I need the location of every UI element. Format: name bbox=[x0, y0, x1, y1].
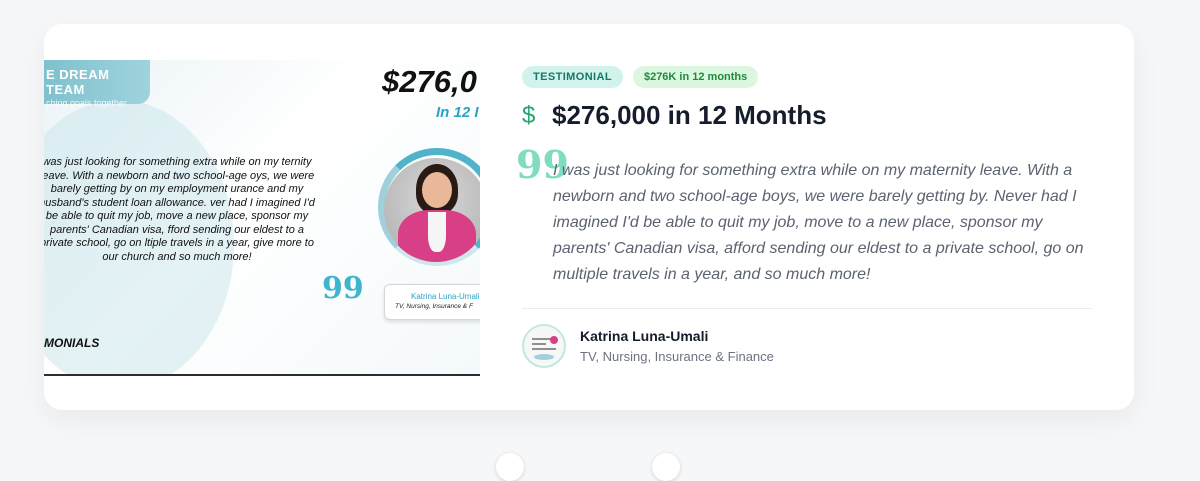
testimonial-badge: TESTIMONIAL bbox=[522, 66, 623, 88]
author-avatar bbox=[522, 324, 566, 368]
promo-name-card-name: Katrina Luna-Umali bbox=[411, 292, 480, 301]
avatar-detail bbox=[534, 354, 554, 360]
photo-face bbox=[422, 172, 452, 208]
promo-footer-label: MONIALS bbox=[44, 336, 100, 350]
promo-name-card-role: TV, Nursing, Insurance & F bbox=[395, 303, 473, 310]
promo-quote-mark-icon: 99 bbox=[322, 271, 364, 306]
avatar-detail bbox=[532, 348, 556, 350]
divider bbox=[522, 308, 1092, 309]
result-badge: $276K in 12 months bbox=[632, 66, 759, 88]
badge-row: TESTIMONIAL $276K in 12 months bbox=[522, 66, 759, 88]
testimonial-content: TESTIMONIAL $276K in 12 months $ $276,00… bbox=[516, 24, 1092, 410]
dollar-icon: $ bbox=[522, 101, 536, 129]
avatar-detail bbox=[532, 338, 552, 340]
avatar-detail bbox=[550, 336, 558, 344]
team-tag: E DREAM TEAM ching goals together bbox=[44, 60, 150, 108]
testimonial-quote: I was just looking for something extra w… bbox=[553, 162, 1084, 283]
promo-amount: $276,0 bbox=[382, 64, 477, 99]
headline: $ $276,000 in 12 Months bbox=[522, 100, 827, 131]
promo-period: In 12 I bbox=[436, 104, 479, 121]
testimonial-promo-image: E DREAM TEAM ching goals together $276,0… bbox=[44, 60, 480, 376]
testimonial-card: E DREAM TEAM ching goals together $276,0… bbox=[44, 24, 1134, 410]
team-tagline: ching goals together bbox=[46, 98, 128, 108]
carousel-prev-button[interactable] bbox=[496, 453, 524, 481]
author-role: TV, Nursing, Insurance & Finance bbox=[580, 349, 774, 364]
carousel-next-button[interactable] bbox=[652, 453, 680, 481]
photo-shirt bbox=[428, 212, 446, 252]
promo-quote: was just looking for something extra whi… bbox=[44, 156, 315, 263]
avatar-detail bbox=[532, 343, 546, 345]
headline-text: $276,000 in 12 Months bbox=[552, 100, 827, 130]
promo-name-card: Katrina Luna-Umali TV, Nursing, Insuranc… bbox=[384, 284, 480, 320]
team-name: E DREAM TEAM bbox=[46, 67, 110, 97]
author-name: Katrina Luna-Umali bbox=[580, 328, 709, 344]
person-photo bbox=[384, 158, 480, 262]
